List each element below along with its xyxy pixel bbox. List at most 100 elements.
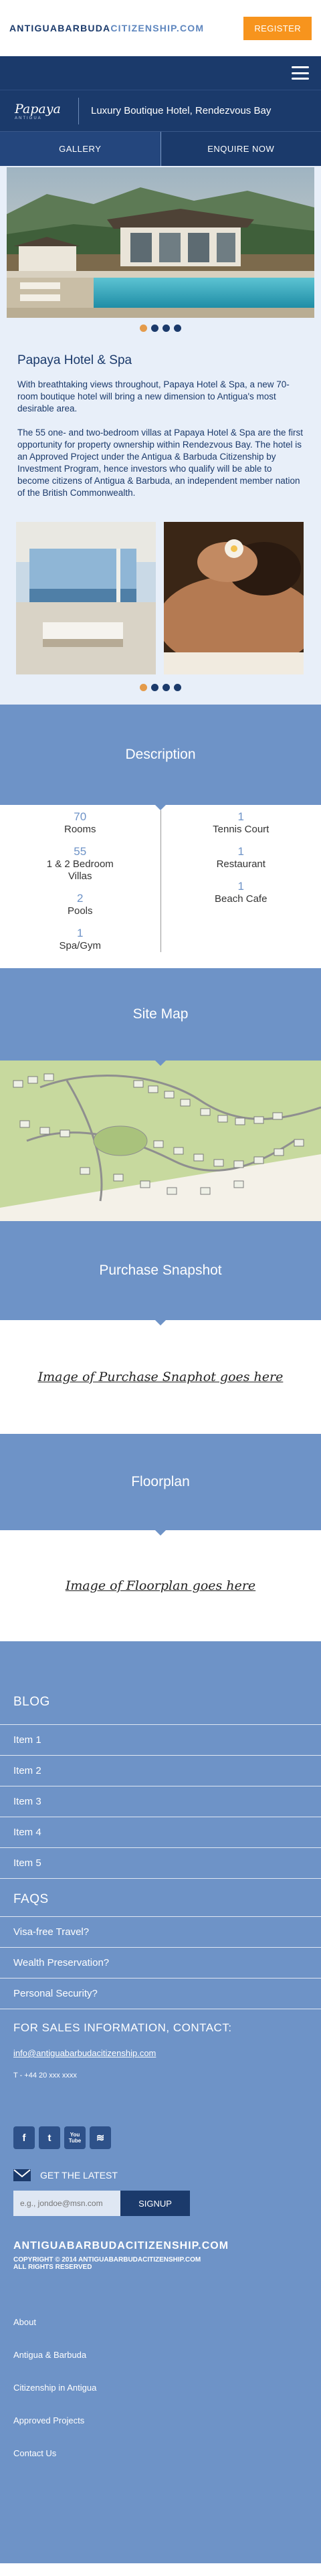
description-heading: Description bbox=[125, 747, 196, 762]
sales-email-link[interactable]: info@antiguabarbudacitizenship.com bbox=[0, 2048, 321, 2072]
blog-item[interactable]: Item 5 bbox=[0, 1848, 321, 1879]
description-stats: 70 Rooms 55 1 & 2 Bedroom Villas 2 Pools 1S… bbox=[0, 805, 321, 968]
brand-part-3: CITIZENSHIP bbox=[110, 23, 177, 33]
hotel-logo: Papaya ANTIGUA bbox=[15, 97, 79, 124]
blog-item[interactable]: Item 3 bbox=[0, 1786, 321, 1817]
intro-paragraph-1: With breathtaking views throughout, Papa… bbox=[17, 379, 290, 413]
hotel-logo-text: Papaya bbox=[15, 101, 61, 116]
stat-label: Restaurant bbox=[216, 858, 265, 870]
stat-number: 1 bbox=[237, 880, 244, 893]
stat-item: 2 Pools bbox=[0, 892, 160, 917]
newsletter-email-input[interactable] bbox=[13, 2191, 120, 2216]
blog-item[interactable]: Item 2 bbox=[0, 1756, 321, 1786]
site-footer: BLOG Item 1 Item 2 Item 3 Item 4 Item 5 … bbox=[0, 1641, 321, 2563]
blog-item[interactable]: Item 1 bbox=[0, 1725, 321, 1756]
newsletter-row: GET THE LATEST bbox=[0, 2169, 321, 2191]
carousel-dot[interactable] bbox=[151, 684, 158, 691]
blog-item[interactable]: Item 4 bbox=[0, 1817, 321, 1848]
intro-paragraph-2: The 55 one- and two-bedroom villas at Pa… bbox=[17, 428, 303, 498]
stat-item: 1 Tennis Court bbox=[161, 810, 321, 836]
blog-heading: BLOG bbox=[0, 1695, 321, 1725]
carousel-dot[interactable] bbox=[163, 684, 170, 691]
social-links: f t You Tube ≋ bbox=[0, 2126, 321, 2169]
brand-part-1: ANTIGUA bbox=[9, 23, 58, 33]
stat-item: 1 Restaurant bbox=[161, 845, 321, 870]
purchase-snapshot-placeholder: Image of Purchase Snaphot goes here bbox=[0, 1320, 321, 1434]
floorplan-band: Floorplan bbox=[0, 1434, 321, 1536]
twitter-icon[interactable]: t bbox=[39, 2126, 60, 2149]
stat-item: 70 Rooms bbox=[0, 810, 160, 836]
mail-icon bbox=[13, 2169, 31, 2181]
sitemap-image[interactable] bbox=[0, 1061, 321, 1221]
floorplan-placeholder: Image of Floorplan goes here bbox=[0, 1530, 321, 1641]
youtube-icon-bottom: Tube bbox=[68, 2138, 82, 2144]
floorplan-heading: Floorplan bbox=[131, 1474, 190, 1489]
stats-right-column: 1 Tennis Court 1 Restaurant 1 Beach Cafe bbox=[161, 810, 321, 952]
spa-massage-image bbox=[164, 522, 305, 674]
youtube-icon[interactable]: You Tube bbox=[64, 2126, 86, 2149]
hamburger-menu-icon[interactable] bbox=[292, 66, 309, 80]
footer-link-antigua-barbuda[interactable]: Antigua & Barbuda bbox=[0, 2338, 321, 2371]
facebook-icon[interactable]: f bbox=[13, 2126, 35, 2149]
enquire-now-button[interactable]: ENQUIRE NOW bbox=[161, 132, 321, 166]
carousel-dot[interactable] bbox=[140, 325, 147, 332]
footer-rights: ALL RIGHTS RESERVED bbox=[13, 2264, 92, 2271]
brand-part-2: BARBUDA bbox=[58, 23, 111, 33]
carousel-dot[interactable] bbox=[140, 684, 147, 691]
faq-item[interactable]: Wealth Preservation? bbox=[0, 1948, 321, 1979]
stat-label: Tennis Court bbox=[213, 824, 270, 835]
youtube-icon-top: You bbox=[70, 2132, 80, 2138]
nav-bar bbox=[0, 56, 321, 90]
action-buttons: GALLERY ENQUIRE NOW bbox=[0, 131, 321, 166]
site-header: ANTIGUABARBUDACITIZENSHIP.COM REGISTER bbox=[0, 0, 321, 56]
stat-item: 1 Spa/Gym bbox=[0, 927, 160, 952]
sitemap-band: Site Map bbox=[0, 968, 321, 1066]
faq-item[interactable]: Visa-free Travel? bbox=[0, 1917, 321, 1948]
villa-interior-image bbox=[16, 522, 157, 674]
footer-link-contact-us[interactable]: Contact Us bbox=[0, 2437, 321, 2470]
intro-section: Papaya Hotel & Spa With breathtaking vie… bbox=[0, 166, 321, 705]
sales-phone: T - +44 20 xxx xxxx bbox=[13, 2072, 77, 2080]
stat-number: 55 bbox=[74, 845, 87, 858]
footer-link-about[interactable]: About bbox=[0, 2306, 321, 2338]
stat-label: Beach Cafe bbox=[215, 893, 268, 905]
floorplan-placeholder-text: Image of Floorplan goes here bbox=[65, 1578, 256, 1593]
carousel-dot[interactable] bbox=[174, 325, 181, 332]
brand-part-4: .COM bbox=[176, 23, 205, 33]
hotel-header: Papaya ANTIGUA Luxury Boutique Hotel, Re… bbox=[0, 90, 321, 131]
stat-label: Rooms bbox=[64, 824, 96, 835]
purchase-snapshot-band: Purchase Snapshot bbox=[0, 1221, 321, 1325]
carousel-dot[interactable] bbox=[163, 325, 170, 332]
carousel-dot[interactable] bbox=[151, 325, 158, 332]
hotel-logo-subtext: ANTIGUA bbox=[15, 116, 42, 120]
stat-number: 1 bbox=[237, 810, 244, 823]
site-logo[interactable]: ANTIGUABARBUDACITIZENSHIP.COM bbox=[9, 23, 204, 33]
newsletter-signup: SIGNUP bbox=[0, 2191, 321, 2240]
stats-left-column: 70 Rooms 55 1 & 2 Bedroom Villas 2 Pools 1S… bbox=[0, 810, 161, 952]
stat-number: 70 bbox=[74, 810, 87, 823]
stat-label: 1 & 2 Bedroom Villas bbox=[46, 858, 114, 882]
register-button[interactable]: REGISTER bbox=[243, 16, 312, 40]
get-latest-label: GET THE LATEST bbox=[40, 2170, 118, 2181]
hotel-title: Papaya Hotel & Spa bbox=[17, 353, 132, 367]
purchase-snapshot-heading: Purchase Snapshot bbox=[99, 1263, 222, 1278]
hotel-tagline: Luxury Boutique Hotel, Rendezvous Bay bbox=[91, 105, 272, 116]
hero-carousel-dots bbox=[7, 318, 314, 339]
footer-links: About Antigua & Barbuda Citizenship in A… bbox=[0, 2306, 321, 2470]
rss-icon[interactable]: ≋ bbox=[90, 2126, 111, 2149]
footer-link-approved-projects[interactable]: Approved Projects bbox=[0, 2404, 321, 2437]
faq-item[interactable]: Personal Security? bbox=[0, 1979, 321, 2009]
stat-item: 55 1 & 2 Bedroom Villas bbox=[0, 845, 160, 883]
signup-button[interactable]: SIGNUP bbox=[120, 2191, 190, 2216]
description-band: Description bbox=[0, 705, 321, 810]
faqs-heading: FAQS bbox=[0, 1879, 321, 1917]
stat-label: Pools bbox=[67, 905, 93, 917]
stat-number: 2 bbox=[77, 892, 84, 905]
carousel-dot[interactable] bbox=[174, 684, 181, 691]
footer-link-citizenship[interactable]: Citizenship in Antigua bbox=[0, 2371, 321, 2404]
sitemap-heading: Site Map bbox=[132, 1006, 189, 1022]
sales-contact-heading: FOR SALES INFORMATION, CONTACT: bbox=[13, 2021, 232, 2034]
gallery-button[interactable]: GALLERY bbox=[0, 132, 161, 166]
gallery-carousel-dots bbox=[7, 674, 314, 705]
stat-number: 1 bbox=[77, 927, 84, 939]
